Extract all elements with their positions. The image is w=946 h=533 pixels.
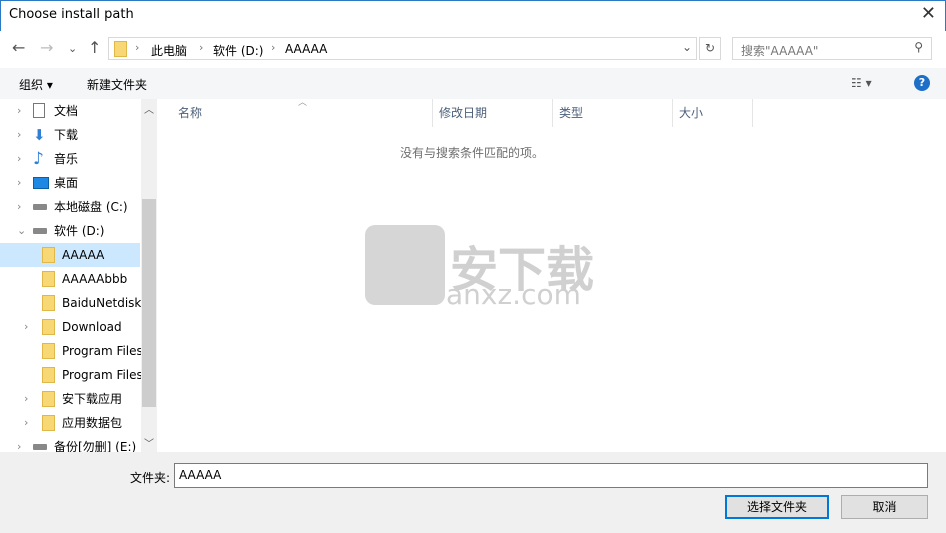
breadcrumb-this-pc[interactable]: 此电脑 (151, 42, 187, 59)
expand-chevron-icon[interactable]: › (24, 387, 28, 411)
expand-chevron-icon[interactable]: › (24, 315, 28, 339)
breadcrumb-separator[interactable]: › (135, 41, 139, 54)
watermark-url: anxz.com (446, 278, 581, 311)
select-folder-button[interactable]: 选择文件夹 (725, 495, 829, 519)
forward-icon[interactable]: → (40, 38, 53, 57)
title-bar (0, 0, 946, 31)
column-header-date[interactable]: 修改日期 (433, 99, 553, 127)
view-options-icon[interactable]: ☷ ▾ (851, 76, 872, 90)
folder-icon (42, 271, 55, 287)
tree-item-label: AAAAAbbb (62, 272, 128, 286)
tree-item[interactable]: BaiduNetdisk (0, 291, 142, 315)
tree-item-label: 应用数据包 (62, 416, 123, 430)
breadcrumb-separator[interactable]: › (199, 41, 203, 54)
tree-item-label: Program Files (62, 368, 143, 382)
watermark-logo-icon (365, 225, 445, 305)
tree-item[interactable]: › 安下载应用 (0, 387, 140, 411)
breadcrumb-current[interactable]: AAAAA (285, 42, 327, 56)
tree-item[interactable]: › ⬇ 下载 (0, 123, 140, 147)
tree-item-label: 备份[勿删] (E:) (54, 440, 137, 452)
tree-item[interactable]: › 桌面 (0, 171, 140, 195)
desktop-icon (33, 177, 49, 189)
tree-item[interactable]: AAAAAbbb (0, 267, 140, 291)
expand-chevron-icon[interactable]: › (17, 147, 21, 171)
folder-input[interactable]: AAAAA (174, 463, 928, 488)
tree-item[interactable]: Program Files (0, 363, 143, 387)
scroll-up-icon[interactable]: ︿ (144, 101, 154, 116)
tree-item-label: 本地磁盘 (C:) (54, 200, 128, 214)
tree-item-label: 下载 (54, 128, 79, 142)
recent-locations-icon[interactable]: ⌄ (68, 42, 77, 55)
expand-chevron-icon[interactable]: ⌄ (17, 219, 26, 243)
expand-chevron-icon[interactable]: › (17, 123, 21, 147)
expand-chevron-icon[interactable]: › (17, 171, 21, 195)
tree-item[interactable]: › ♪ 音乐 (0, 147, 140, 171)
tree-item-label: BaiduNetdisk (62, 296, 142, 310)
new-folder-button[interactable]: 新建文件夹 (87, 76, 147, 93)
search-placeholder: 搜索"AAAAA" (741, 44, 819, 58)
folder-icon (42, 343, 55, 359)
music-icon: ♪ (33, 149, 44, 169)
close-icon[interactable]: ✕ (921, 3, 936, 24)
column-header-type[interactable]: 类型 (553, 99, 673, 127)
navigation-tree: › 文档 › ⬇ 下载 › ♪ 音乐 › 桌面 › 本地磁盘 (C:) ⌄ 软件 (D:) AAAAA AAA… (0, 99, 157, 452)
breadcrumb-drive-d[interactable]: 软件 (D:) (213, 42, 263, 59)
folder-icon (42, 295, 55, 311)
expand-chevron-icon[interactable]: › (24, 411, 28, 435)
tree-item-label: 安下载应用 (62, 392, 123, 406)
tree-item[interactable]: › 文档 (0, 99, 140, 123)
folder-icon (42, 247, 55, 263)
tree-item[interactable]: › 本地磁盘 (C:) (0, 195, 140, 219)
tree-item[interactable]: ⌄ 软件 (D:) (0, 219, 140, 243)
chevron-down-icon[interactable]: ⌄ (682, 40, 692, 54)
drive-icon (33, 228, 47, 234)
tree-item[interactable]: › 应用数据包 (0, 411, 140, 435)
empty-message: 没有与搜索条件匹配的项。 (399, 146, 544, 160)
expand-chevron-icon[interactable]: › (17, 99, 21, 123)
document-icon (33, 103, 45, 118)
tree-item[interactable]: AAAAA (0, 243, 140, 267)
cancel-button[interactable]: 取消 (841, 495, 928, 519)
tree-item[interactable]: › Download (0, 315, 140, 339)
organize-button[interactable]: 组织 ▾ (19, 76, 53, 93)
search-icon[interactable]: ⚲ (914, 40, 923, 54)
tree-item-label: AAAAA (62, 248, 105, 262)
address-bar[interactable]: › 此电脑 › 软件 (D:) › AAAAA ⌄ (108, 37, 697, 60)
help-icon[interactable]: ? (914, 75, 930, 91)
column-header-size[interactable]: 大小 (673, 99, 753, 127)
tree-item-label: 音乐 (54, 152, 79, 166)
up-icon[interactable]: ↑ (88, 38, 101, 57)
refresh-icon[interactable]: ↻ (699, 37, 721, 60)
search-input[interactable]: 搜索"AAAAA" ⚲ (732, 37, 932, 60)
folder-label: 文件夹: (130, 471, 171, 485)
scroll-down-icon[interactable]: ﹀ (144, 435, 154, 450)
tree-item[interactable]: Program Files (0, 339, 143, 363)
download-icon: ⬇ (33, 126, 46, 144)
expand-chevron-icon[interactable]: › (17, 195, 21, 219)
folder-icon (42, 415, 55, 431)
tree-item-label: 软件 (D:) (54, 224, 105, 238)
expand-chevron-icon[interactable]: › (17, 435, 21, 452)
folder-icon (42, 319, 55, 335)
folder-icon (114, 41, 127, 57)
drive-icon (33, 444, 47, 450)
tree-item-label: Program Files (62, 344, 143, 358)
folder-icon (42, 391, 55, 407)
tree-item[interactable]: › 备份[勿删] (E:) (0, 435, 140, 452)
breadcrumb-separator[interactable]: › (271, 41, 275, 54)
column-header-name[interactable]: 名称 (172, 99, 433, 127)
tree-item-label: 文档 (54, 104, 79, 118)
window-title: Choose install path (9, 7, 134, 22)
tree-item-label: Download (62, 320, 122, 334)
drive-icon (33, 204, 47, 210)
back-icon[interactable]: ← (12, 38, 25, 57)
tree-item-label: 桌面 (54, 176, 79, 190)
scrollbar-thumb[interactable] (142, 199, 156, 407)
folder-icon (42, 367, 55, 383)
